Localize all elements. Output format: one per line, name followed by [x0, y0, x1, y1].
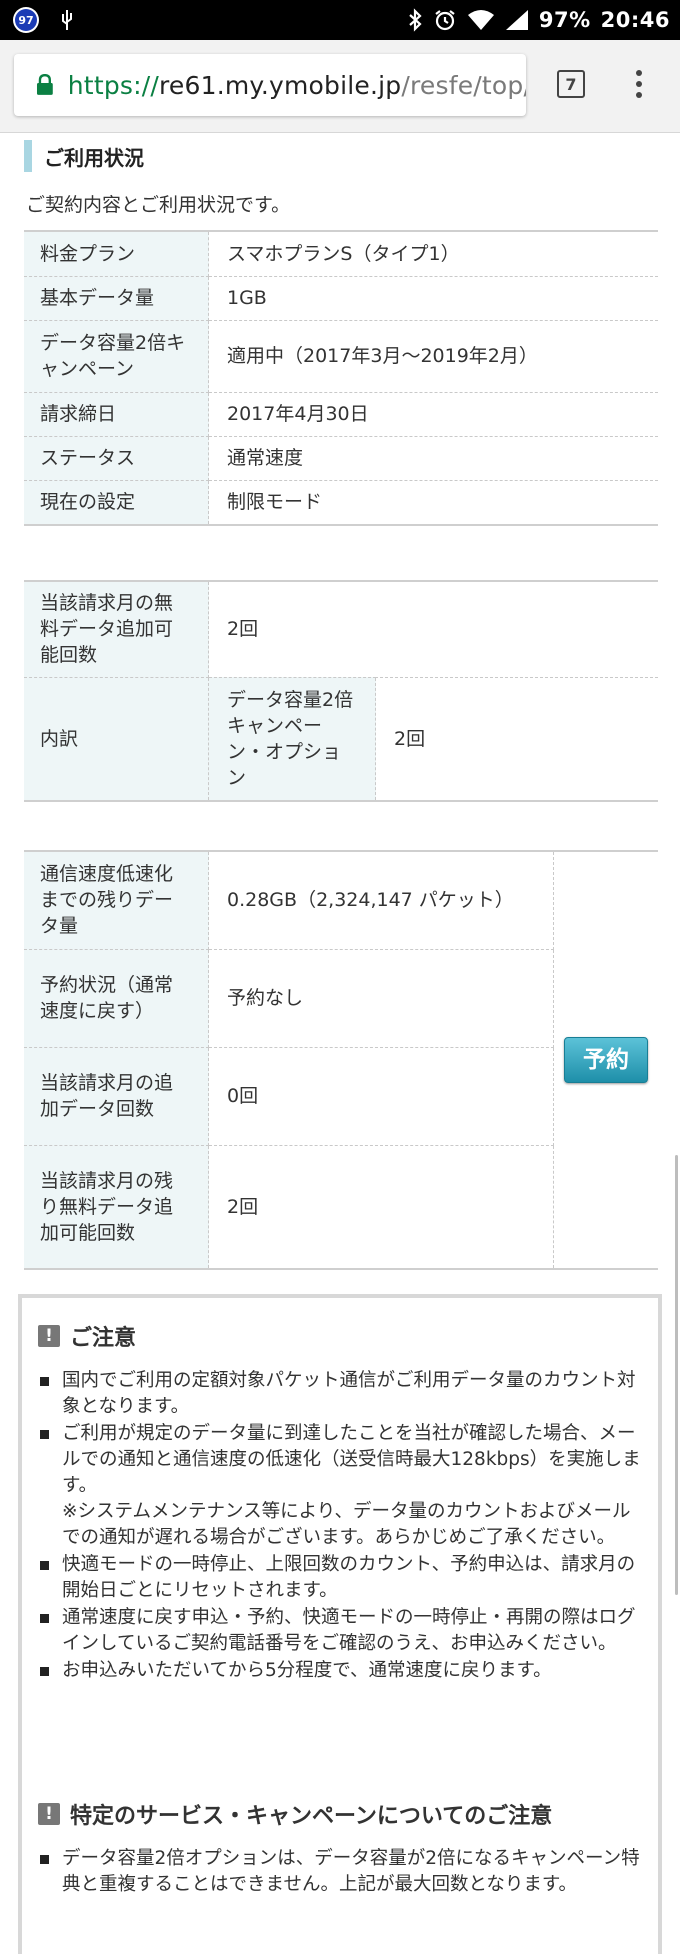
row-value: 通常速度 [208, 436, 658, 481]
table-row: 当該請求月の無料データ追加可能回数 2回 [24, 580, 658, 678]
row-value: 制限モード [208, 480, 658, 526]
menu-dot-icon [636, 70, 642, 76]
row-value: 0回 [208, 1047, 554, 1146]
row-value: 2017年4月30日 [208, 392, 658, 437]
reserve-cell: 予約 [553, 850, 658, 1270]
row-label: 料金プラン [24, 230, 209, 277]
table-row: 基本データ量 1GB [24, 276, 658, 321]
row-value: 2回 [208, 1145, 554, 1270]
breakdown-value: 2回 [375, 677, 658, 802]
notice-box: ! ご注意 国内でご利用の定額対象パケット通信がご利用データ量のカウント対象とな… [18, 1294, 662, 1954]
bluetooth-icon [409, 8, 422, 32]
list-item: データ容量2倍オプションは、データ容量が2倍になるキャンペーン特典と重複すること… [36, 1846, 646, 1898]
breakdown-item: データ容量2倍キャンペーン・オプション [208, 677, 376, 802]
overflow-menu-button[interactable] [636, 70, 642, 103]
row-value: 予約なし [208, 949, 554, 1048]
table-row: 現在の設定 制限モード [24, 480, 658, 526]
heading-accent-bar [24, 140, 32, 172]
row-label: データ容量2倍キャンペーン [24, 320, 209, 393]
speed-table: 通信速度低速化までの残りデータ量 0.28GB（2,324,147 パケット） … [24, 850, 658, 1270]
list-item: 通常速度に戻す申込・予約、快適モードの一時停止・再開の際はログインしているご契約… [36, 1605, 646, 1657]
signal-icon [505, 10, 528, 30]
alarm-icon [435, 10, 455, 31]
notice-heading: ! ご注意 [38, 1320, 136, 1352]
table-row: 請求締日 2017年4月30日 [24, 392, 658, 437]
row-value: 0.28GB（2,324,147 パケット） [208, 850, 554, 950]
row-value: スマホプランS（タイプ1） [208, 230, 658, 277]
menu-dot-icon [636, 81, 642, 87]
address-bar[interactable]: https://re61.my.ymobile.jp/resfe/top/ [14, 54, 526, 116]
status-bar: 97 97% 20:46 [0, 0, 680, 40]
warning-icon: ! [38, 1803, 60, 1825]
row-label: 通信速度低速化までの残りデータ量 [24, 850, 209, 950]
warning-icon: ! [38, 1325, 60, 1347]
url-scheme: https:// [67, 70, 159, 100]
url-text[interactable]: https://re61.my.ymobile.jp/resfe/top/ [68, 71, 526, 100]
list-item: 快適モードの一時停止、上限回数のカウント、予約申込は、請求月の開始日ごとにリセッ… [36, 1552, 646, 1604]
wifi-icon [467, 10, 494, 30]
list-item: 国内でご利用の定額対象パケット通信がご利用データ量のカウント対象となります。 [36, 1368, 646, 1420]
table-row: 料金プラン スマホプランS（タイプ1） [24, 230, 658, 277]
notice-heading-2: ! 特定のサービス・キャンペーンについてのご注意 [38, 1798, 552, 1830]
free-data-table: 当該請求月の無料データ追加可能回数 2回 内訳 データ容量2倍キャンペーン・オプ… [24, 580, 658, 802]
row-label: 予約状況（通常速度に戻す） [24, 949, 209, 1048]
row-value: 2回 [208, 580, 658, 678]
table-row: データ容量2倍キャンペーン 適用中（2017年3月〜2019年2月） [24, 320, 658, 393]
row-label: 当該請求月の無料データ追加可能回数 [24, 580, 209, 678]
contract-table: 料金プラン スマホプランS（タイプ1） 基本データ量 1GB データ容量2倍キャ… [24, 230, 658, 526]
notification-badge: 97 [13, 7, 39, 33]
browser-toolbar: https://re61.my.ymobile.jp/resfe/top/ 7 [0, 40, 680, 133]
row-label: ステータス [24, 436, 209, 481]
row-value: 適用中（2017年3月〜2019年2月） [208, 320, 658, 393]
clock: 20:46 [600, 8, 670, 32]
table-row: ステータス 通常速度 [24, 436, 658, 481]
page-title: ご利用状況 [44, 145, 144, 170]
row-label: 当該請求月の追加データ回数 [24, 1047, 209, 1146]
list-item: ご利用が規定のデータ量に到達したことを当社が確認した場合、メールでの通知と通信速… [36, 1421, 646, 1551]
notice-list: 国内でご利用の定額対象パケット通信がご利用データ量のカウント対象となります。 ご… [36, 1368, 646, 1685]
url-path: /resfe/top/ [401, 70, 526, 100]
reserve-button[interactable]: 予約 [564, 1037, 648, 1083]
breakdown-label: 内訳 [24, 677, 209, 802]
usb-icon [62, 10, 72, 30]
intro-text: ご契約内容とご利用状況です。 [26, 194, 291, 216]
notice-list-2: データ容量2倍オプションは、データ容量が2倍になるキャンペーン特典と重複すること… [36, 1846, 646, 1899]
row-label: 現在の設定 [24, 480, 209, 526]
row-label: 基本データ量 [24, 276, 209, 321]
row-label: 請求締日 [24, 392, 209, 437]
lock-icon [36, 74, 53, 95]
tab-switcher-button[interactable]: 7 [557, 70, 585, 98]
row-label: 当該請求月の残り無料データ追加可能回数 [24, 1145, 209, 1270]
menu-dot-icon [636, 92, 642, 98]
battery-percent: 97% [538, 8, 591, 32]
list-item: お申込みいただいてから5分程度で、通常速度に戻ります。 [36, 1658, 646, 1684]
row-value: 1GB [208, 276, 658, 321]
table-row: 内訳 データ容量2倍キャンペーン・オプション 2回 [24, 677, 658, 802]
table-row: 通信速度低速化までの残りデータ量 0.28GB（2,324,147 パケット） … [24, 850, 658, 1270]
section-heading: ご利用状況 [24, 140, 144, 172]
url-host: re61.my.ymobile.jp [158, 70, 402, 100]
scrollbar-thumb[interactable] [675, 1155, 678, 1595]
